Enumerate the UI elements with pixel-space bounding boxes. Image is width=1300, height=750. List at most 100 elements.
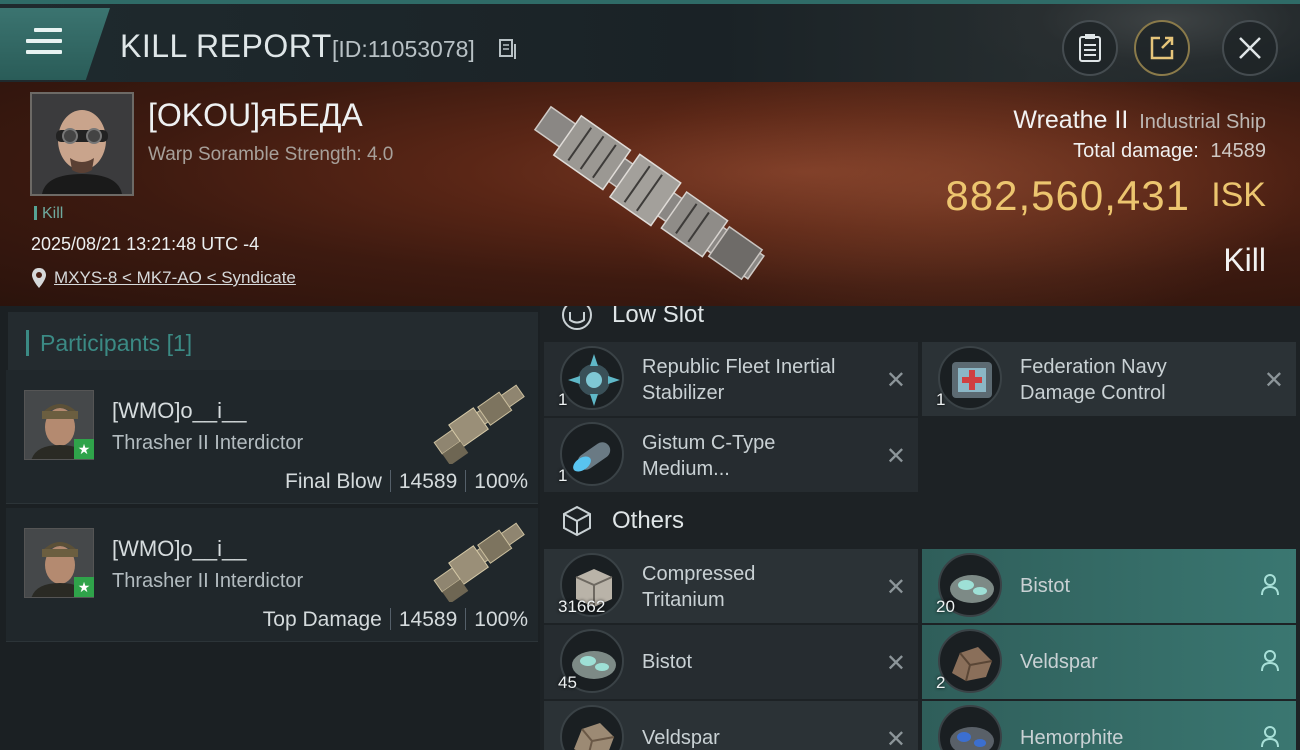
destroyed-x-icon: ✕: [885, 726, 906, 750]
item-icon: [560, 705, 624, 750]
participants-panel: Participants [1] ★ [WMO]o__i__ Thrasher …: [0, 306, 540, 750]
ship-image: [533, 105, 765, 281]
victim-portrait[interactable]: [30, 92, 134, 196]
destroyed-x-icon: ✕: [885, 650, 906, 677]
item-name-line1: Federation Navy: [1020, 356, 1167, 378]
participant-ship: Thrasher II Interdictor: [112, 570, 304, 592]
participant-role: Top Damage: [262, 608, 382, 631]
victim-name[interactable]: [OKOU]яБЕДА: [148, 97, 363, 134]
participants-count: [1]: [166, 330, 193, 356]
ship-class: Industrial Ship: [1139, 111, 1266, 133]
fitting-item[interactable]: 1 Federation Navy Damage Control ✕: [922, 342, 1296, 416]
item-name-line2: Damage Control: [1020, 382, 1166, 404]
total-damage-label: Total damage:: [1073, 140, 1199, 162]
total-damage: Total damage: 14589: [1073, 140, 1266, 163]
low-slot-label: Low Slot: [612, 306, 705, 328]
item-name: Bistot: [642, 651, 693, 673]
kill-timestamp: 2025/08/21 13:21:48 UTC -4: [31, 234, 260, 254]
item-name-line1: Gistum C-Type: [642, 432, 776, 454]
item-name: Bistot: [1020, 575, 1071, 597]
isk-value: 882,560,431: [945, 172, 1190, 219]
item-name-line1: Republic Fleet Inertial: [642, 356, 836, 378]
share-button[interactable]: [1134, 20, 1190, 76]
participants-header[interactable]: Participants [1]: [8, 312, 538, 370]
participant-row[interactable]: ★ [WMO]o__i__ Thrasher II Interdictor To…: [6, 508, 538, 642]
share-icon: [1150, 36, 1174, 60]
destroyed-x-icon: ✕: [885, 574, 906, 601]
participant-row[interactable]: ★ [WMO]o__i__ Thrasher II Interdictor Fi…: [6, 370, 538, 504]
item-quantity: 20: [936, 597, 955, 616]
kill-tag: Kill: [34, 205, 63, 223]
participant-percent: 100%: [474, 470, 528, 493]
clipboard-button[interactable]: [1062, 20, 1118, 76]
item-quantity: 1: [558, 390, 568, 409]
item-name-line1: Compressed: [642, 563, 756, 585]
participant-name[interactable]: [WMO]o__i__: [112, 536, 247, 562]
user-icon: [1261, 650, 1279, 672]
user-icon: [1261, 726, 1279, 748]
destroyed-x-icon: ✕: [1263, 367, 1284, 394]
page-title: KILL REPORT: [120, 28, 332, 64]
cube-icon: [563, 505, 591, 537]
cargo-item[interactable]: Veldspar ✕: [544, 701, 918, 750]
participant-ship-image: [433, 384, 525, 464]
participant-damage: 14589: [398, 470, 458, 493]
menu-button[interactable]: [0, 8, 110, 80]
total-damage-value: 14589: [1210, 140, 1266, 162]
cargo-item-dropped[interactable]: 2 Veldspar: [922, 625, 1296, 699]
cargo-item-dropped[interactable]: Hemorphite: [922, 701, 1296, 750]
shield-slot-icon: [562, 306, 592, 330]
item-quantity: 45: [558, 673, 577, 692]
participant-name[interactable]: [WMO]o__i__: [112, 398, 247, 424]
victim-avatar-image: [32, 94, 132, 194]
item-name: Veldspar: [1020, 651, 1098, 673]
item-name-line2: Stabilizer: [642, 382, 725, 404]
item-name: Republic Fleet Inertial Stabilizer: [642, 354, 872, 406]
item-icon: [938, 629, 1002, 693]
close-icon: [1239, 37, 1261, 59]
top-bar: KILL REPORT [ID:11053078]: [0, 0, 1300, 86]
isk-unit: ISK: [1211, 176, 1266, 214]
copy-icon[interactable]: [499, 39, 517, 61]
fitting-item[interactable]: 1 Gistum C-Type Medium... ✕: [544, 418, 918, 492]
fitting-item[interactable]: 1 Republic Fleet Inertial Stabilizer ✕: [544, 342, 918, 416]
victim-banner: [OKOU]яБЕДА Warp Soramble Strength: 4.0 …: [0, 82, 1300, 306]
low-slot-header: Low Slot: [540, 306, 1300, 334]
star-badge-icon: ★: [74, 577, 94, 597]
ship-name-text: Wreathe II: [1013, 106, 1129, 134]
participant-role: Final Blow: [285, 470, 382, 493]
cargo-item[interactable]: 45 Bistot ✕: [544, 625, 918, 699]
others-label: Others: [612, 507, 685, 534]
participant-stats: Top Damage 14589 100%: [263, 608, 528, 632]
item-name-line2: Tritanium: [642, 589, 725, 611]
item-name: Federation Navy Damage Control: [1020, 354, 1250, 406]
item-name-line2: Medium...: [642, 458, 730, 480]
close-button[interactable]: [1222, 20, 1278, 76]
cargo-item[interactable]: 31662 Compressed Tritanium ✕: [544, 549, 918, 623]
item-quantity: 2: [936, 673, 946, 692]
fittings-panel: Low Slot 1 Republic Fleet Inertial Stabi…: [540, 306, 1300, 750]
participant-percent: 100%: [474, 608, 528, 631]
item-icon: [560, 422, 624, 486]
item-quantity: 1: [936, 390, 946, 409]
report-id: [ID:11053078]: [332, 36, 475, 62]
item-quantity: 31662: [558, 597, 606, 616]
destroyed-x-icon: ✕: [885, 443, 906, 470]
item-icon: [560, 346, 624, 410]
cargo-item-dropped[interactable]: 20 Bistot: [922, 549, 1296, 623]
participant-ship: Thrasher II Interdictor: [112, 432, 304, 454]
user-icon: [1261, 574, 1279, 596]
item-name: Hemorphite: [1020, 727, 1124, 749]
location-link[interactable]: MXYS-8 < MK7-AO < Syndicate: [54, 268, 296, 288]
menu-icon: [26, 28, 62, 58]
others-header: Others: [540, 504, 1300, 540]
item-name: Veldspar: [642, 727, 720, 749]
clipboard-icon: [1079, 34, 1101, 62]
victim-subtitle: Warp Soramble Strength: 4.0: [148, 144, 394, 165]
ship-name: Wreathe II Industrial Ship: [1013, 106, 1266, 135]
participant-stats: Final Blow 14589 100%: [285, 470, 528, 494]
item-name: Gistum C-Type Medium...: [642, 430, 872, 482]
participant-ship-image: [433, 522, 525, 602]
item-name: Compressed Tritanium: [642, 561, 872, 613]
participant-damage: 14589: [398, 608, 458, 631]
